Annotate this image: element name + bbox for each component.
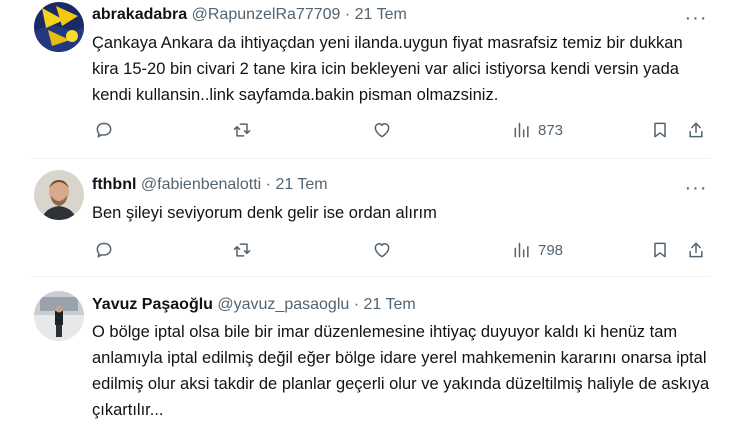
tweet[interactable]: abrakadabra @RapunzelRa77709 · 21 Tem ··… bbox=[0, 0, 730, 160]
like-button[interactable] bbox=[372, 239, 392, 261]
avatar[interactable] bbox=[34, 170, 84, 220]
share-button[interactable] bbox=[686, 119, 706, 141]
display-name[interactable]: fthbnl bbox=[92, 176, 136, 193]
views-icon bbox=[514, 122, 529, 138]
share-icon bbox=[689, 242, 703, 258]
reply-button[interactable] bbox=[94, 239, 114, 261]
tweet[interactable]: Yavuz Paşaoğlu @yavuz_pasaoglu · 21 Tem … bbox=[0, 277, 730, 420]
tweet-text: O bölge iptal olsa bile bir imar düzenle… bbox=[92, 323, 710, 419]
like-icon bbox=[374, 243, 390, 258]
bookmark-icon bbox=[654, 122, 666, 138]
like-button[interactable] bbox=[372, 119, 392, 141]
tweet-text: Çankaya Ankara da ihtiyaçdan yeni ilanda… bbox=[92, 34, 683, 104]
tweet-feed: abrakadabra @RapunzelRa77709 · 21 Tem ··… bbox=[0, 0, 730, 420]
tweet-divider bbox=[30, 158, 710, 159]
views-count: 798 bbox=[538, 241, 564, 259]
tweet-text: Ben şileyi seviyorum denk gelir ise orda… bbox=[92, 204, 437, 222]
user-handle[interactable]: @yavuz_pasaoglu bbox=[217, 296, 349, 313]
tweet-date[interactable]: 21 Tem bbox=[275, 176, 327, 193]
views-button[interactable]: 873 bbox=[512, 119, 563, 141]
separator-dot: · bbox=[353, 296, 360, 313]
more-icon[interactable]: ··· bbox=[684, 178, 708, 202]
avatar[interactable] bbox=[34, 2, 84, 52]
retweet-icon bbox=[233, 123, 251, 137]
tweet-header: abrakadabra @RapunzelRa77709 · 21 Tem bbox=[92, 5, 407, 25]
tweet-actions: 798 bbox=[92, 239, 712, 261]
like-icon bbox=[374, 123, 390, 138]
separator-dot: · bbox=[265, 176, 271, 193]
reply-button[interactable] bbox=[94, 119, 114, 141]
tweet-date[interactable]: 21 Tem bbox=[364, 296, 416, 313]
share-button[interactable] bbox=[686, 239, 706, 261]
tweet-actions: 873 bbox=[92, 119, 712, 141]
bookmark-icon bbox=[654, 242, 666, 258]
user-handle[interactable]: @fabienbenalotti bbox=[141, 176, 261, 193]
separator-dot: · bbox=[344, 6, 351, 23]
reply-icon bbox=[96, 122, 112, 138]
views-count: 873 bbox=[538, 121, 564, 139]
display-name[interactable]: Yavuz Paşaoğlu bbox=[92, 296, 213, 313]
tweet-header: Yavuz Paşaoğlu @yavuz_pasaoglu · 21 Tem bbox=[92, 295, 416, 315]
retweet-button[interactable] bbox=[232, 239, 252, 261]
reply-icon bbox=[96, 242, 112, 258]
tweet-header: fthbnl @fabienbenalotti · 21 Tem bbox=[92, 175, 328, 195]
views-icon bbox=[514, 242, 529, 258]
share-icon bbox=[689, 122, 703, 138]
views-button[interactable]: 798 bbox=[512, 239, 563, 261]
tweet[interactable]: fthbnl @fabienbenalotti · 21 Tem ··· Ben… bbox=[0, 160, 730, 276]
tweet-date[interactable]: 21 Tem bbox=[355, 6, 407, 23]
user-handle[interactable]: @RapunzelRa77709 bbox=[192, 6, 341, 23]
bookmark-button[interactable] bbox=[650, 119, 670, 141]
bookmark-button[interactable] bbox=[650, 239, 670, 261]
avatar[interactable] bbox=[34, 291, 84, 341]
display-name[interactable]: abrakadabra bbox=[92, 6, 187, 23]
more-icon[interactable]: ··· bbox=[684, 8, 708, 32]
retweet-icon bbox=[233, 243, 251, 257]
retweet-button[interactable] bbox=[232, 119, 252, 141]
